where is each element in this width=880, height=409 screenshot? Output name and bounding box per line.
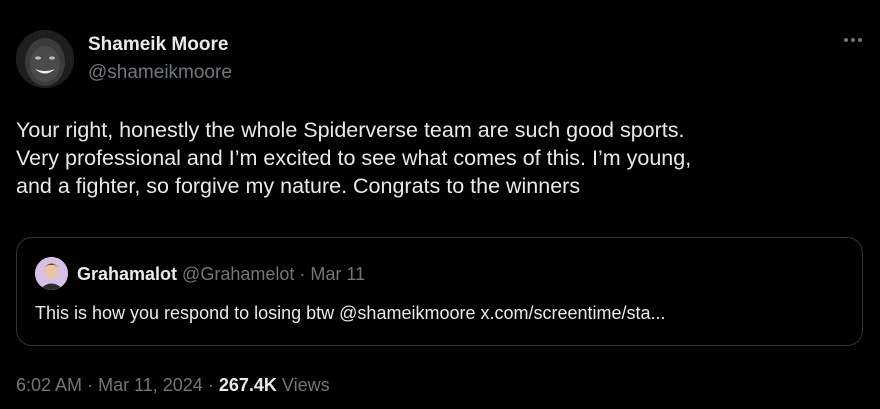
author-display-name[interactable]: Shameik Moore [88, 34, 232, 56]
meta-separator-2: · [207, 375, 214, 395]
tweet-text: Your right, honestly the whole Spiderver… [16, 118, 692, 198]
tweet-date[interactable]: Mar 11, 2024 [98, 375, 203, 395]
meta-separator-1: · [87, 375, 94, 395]
quoted-tweet-header: Grahamalot @Grahamelot · Mar 11 [77, 263, 365, 285]
tweet-meta: 6:02 AM · Mar 11, 2024 · 267.4K Views [16, 374, 330, 396]
quoted-author-avatar [35, 257, 68, 290]
quoted-date[interactable]: Mar 11 [310, 264, 365, 284]
quoted-tweet-text: This is how you respond to losing btw @s… [35, 303, 666, 323]
quoted-display-name[interactable]: Grahamalot [77, 264, 177, 284]
author-info: Shameik Moore @shameikmoore [88, 34, 232, 84]
tweet-time[interactable]: 6:02 AM [16, 375, 82, 395]
quoted-separator: · [299, 264, 306, 284]
more-options-icon[interactable] [844, 38, 862, 42]
views-label: Views [281, 375, 330, 395]
quoted-handle[interactable]: @Grahamelot [182, 264, 294, 284]
author-avatar[interactable] [16, 30, 74, 88]
author-handle[interactable]: @shameikmoore [88, 62, 232, 84]
views-count[interactable]: 267.4K [219, 375, 277, 395]
quoted-tweet-card[interactable]: Grahamalot @Grahamelot · Mar 11 This is … [16, 237, 863, 346]
